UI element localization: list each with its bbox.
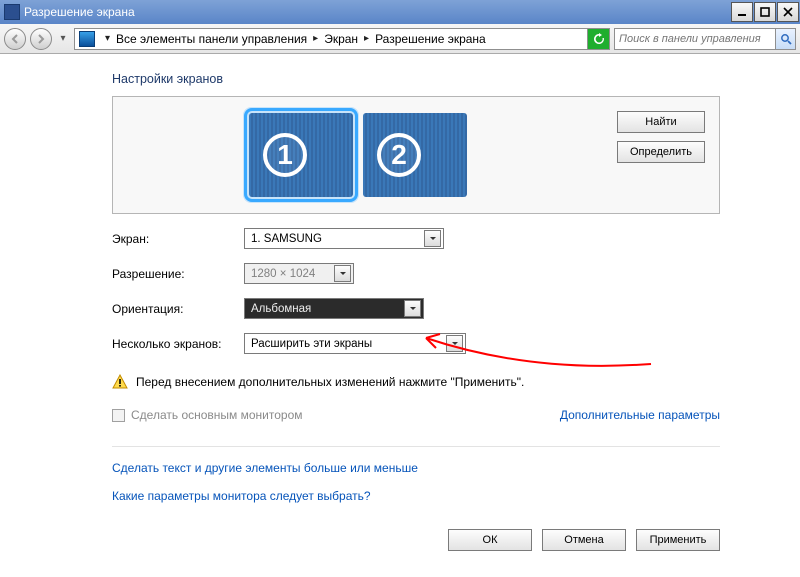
ok-button[interactable]: ОК (448, 529, 532, 551)
close-button[interactable] (777, 2, 799, 22)
back-button[interactable] (4, 28, 26, 50)
refresh-button[interactable] (587, 29, 609, 49)
content: Настройки экранов 1 2 Найти Определить Э… (0, 54, 800, 551)
breadcrumb-mid[interactable]: Экран (324, 32, 358, 46)
cancel-button[interactable]: Отмена (542, 529, 626, 551)
minimize-button[interactable] (731, 2, 753, 22)
chevron-icon: ▾ (99, 33, 116, 44)
forward-button[interactable] (30, 28, 52, 50)
monitor-1[interactable]: 1 (249, 113, 353, 197)
orientation-value: Альбомная (251, 303, 400, 315)
warning-icon (112, 374, 128, 390)
resolution-value: 1280 × 1024 (251, 268, 330, 280)
breadcrumb-root[interactable]: Все элементы панели управления (116, 32, 307, 46)
navbar: ▾ ▾ Все элементы панели управления ▸ Экр… (0, 24, 800, 54)
orientation-label: Ориентация: (112, 302, 244, 316)
monitor-preview-box: 1 2 Найти Определить (112, 96, 720, 214)
chevron-down-icon (446, 335, 463, 352)
maximize-button[interactable] (754, 2, 776, 22)
breadcrumb-leaf[interactable]: Разрешение экрана (375, 32, 486, 46)
page-heading: Настройки экранов (112, 72, 720, 86)
screen-value: 1. SAMSUNG (251, 233, 420, 245)
titlebar: Разрешение экрана (0, 0, 800, 24)
orientation-dropdown[interactable]: Альбомная (244, 298, 424, 319)
search-input[interactable] (615, 33, 775, 45)
multiple-displays-value: Расширить эти экраны (251, 338, 442, 350)
primary-monitor-label: Сделать основным монитором (131, 408, 303, 422)
multiple-displays-dropdown[interactable]: Расширить эти экраны (244, 333, 466, 354)
chevron-down-icon (424, 230, 441, 247)
monitor-icon (79, 31, 95, 47)
monitor-help-link[interactable]: Какие параметры монитора следует выбрать… (112, 489, 720, 503)
resolution-label: Разрешение: (112, 267, 244, 281)
resolution-dropdown[interactable]: 1280 × 1024 (244, 263, 354, 284)
advanced-settings-link[interactable]: Дополнительные параметры (560, 408, 720, 422)
primary-monitor-checkbox[interactable] (112, 409, 125, 422)
find-button[interactable]: Найти (617, 111, 705, 133)
chevron-right-icon: ▸ (307, 33, 324, 44)
screen-dropdown[interactable]: 1. SAMSUNG (244, 228, 444, 249)
chevron-right-icon: ▸ (358, 33, 375, 44)
monitor-2-number: 2 (377, 133, 421, 177)
multiple-displays-label: Несколько экранов: (112, 337, 244, 351)
screen-label: Экран: (112, 232, 244, 246)
chevron-down-icon (334, 265, 351, 282)
apply-button[interactable]: Применить (636, 529, 720, 551)
app-icon (4, 4, 20, 20)
identify-button[interactable]: Определить (617, 141, 705, 163)
breadcrumb[interactable]: ▾ Все элементы панели управления ▸ Экран… (74, 28, 610, 50)
search-box[interactable] (614, 28, 796, 50)
search-icon[interactable] (775, 29, 795, 49)
recent-dropdown[interactable]: ▾ (56, 28, 70, 50)
warning-text: Перед внесением дополнительных изменений… (136, 375, 524, 389)
monitor-2[interactable]: 2 (363, 113, 467, 197)
window-title: Разрешение экрана (24, 5, 135, 19)
chevron-down-icon (404, 300, 421, 317)
monitor-1-number: 1 (263, 133, 307, 177)
text-size-link[interactable]: Сделать текст и другие элементы больше и… (112, 461, 720, 475)
